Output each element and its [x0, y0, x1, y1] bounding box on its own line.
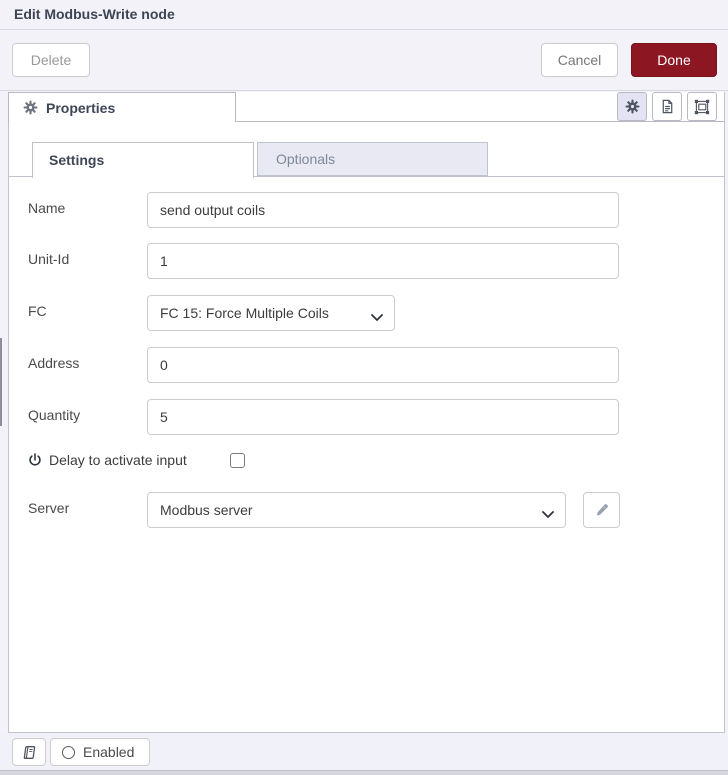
- quantity-input[interactable]: [147, 399, 619, 435]
- fc-select[interactable]: FC 15: Force Multiple Coils: [147, 295, 395, 331]
- tab-optionals[interactable]: Optionals: [257, 142, 488, 176]
- tab-settings[interactable]: Settings: [32, 142, 254, 178]
- power-icon: [28, 453, 42, 467]
- book-button[interactable]: [12, 738, 46, 766]
- cancel-button[interactable]: Cancel: [541, 43, 618, 77]
- done-button[interactable]: Done: [631, 43, 717, 77]
- fc-select-wrap: FC 15: Force Multiple Coils: [147, 295, 395, 331]
- address-input[interactable]: [147, 347, 619, 383]
- server-select[interactable]: Modbus server: [147, 492, 566, 528]
- description-icon: [660, 99, 675, 114]
- appearance-button[interactable]: [687, 92, 717, 121]
- dialog-toolbar: Delete Cancel Done: [0, 30, 728, 91]
- delay-row: Delay to activate input: [28, 450, 187, 470]
- address-label: Address: [28, 355, 80, 371]
- book-icon: [22, 745, 37, 760]
- description-button[interactable]: [652, 92, 682, 121]
- server-select-wrap: Modbus server: [147, 492, 566, 528]
- pencil-icon: [595, 503, 609, 517]
- status-circle-icon: [62, 745, 75, 759]
- delay-label: Delay to activate input: [49, 452, 187, 468]
- appearance-icon: [694, 99, 710, 115]
- tray-icon-buttons: [9, 92, 724, 122]
- unit-id-label: Unit-Id: [28, 251, 70, 267]
- dialog-title: Edit Modbus-Write node: [0, 0, 728, 30]
- delete-button[interactable]: Delete: [12, 43, 90, 77]
- bottom-edge: [0, 770, 728, 775]
- edit-panel: Properties Settings Optionals Name send …: [8, 92, 725, 733]
- fc-label: FC: [28, 303, 47, 319]
- enabled-toggle-button[interactable]: Enabled: [50, 738, 150, 766]
- unit-id-input[interactable]: [147, 243, 619, 279]
- name-input[interactable]: [147, 192, 619, 228]
- gear-icon: [625, 99, 640, 114]
- dialog-footer: Enabled: [0, 733, 728, 770]
- server-label: Server: [28, 500, 70, 516]
- enabled-label: Enabled: [83, 744, 135, 760]
- name-label: Name: [28, 200, 66, 216]
- properties-gear-button[interactable]: [617, 92, 647, 121]
- quantity-label: Quantity: [28, 407, 81, 423]
- scrollbar-thumb[interactable]: [0, 338, 2, 426]
- delay-checkbox[interactable]: [230, 453, 245, 468]
- edit-server-button[interactable]: [583, 492, 620, 528]
